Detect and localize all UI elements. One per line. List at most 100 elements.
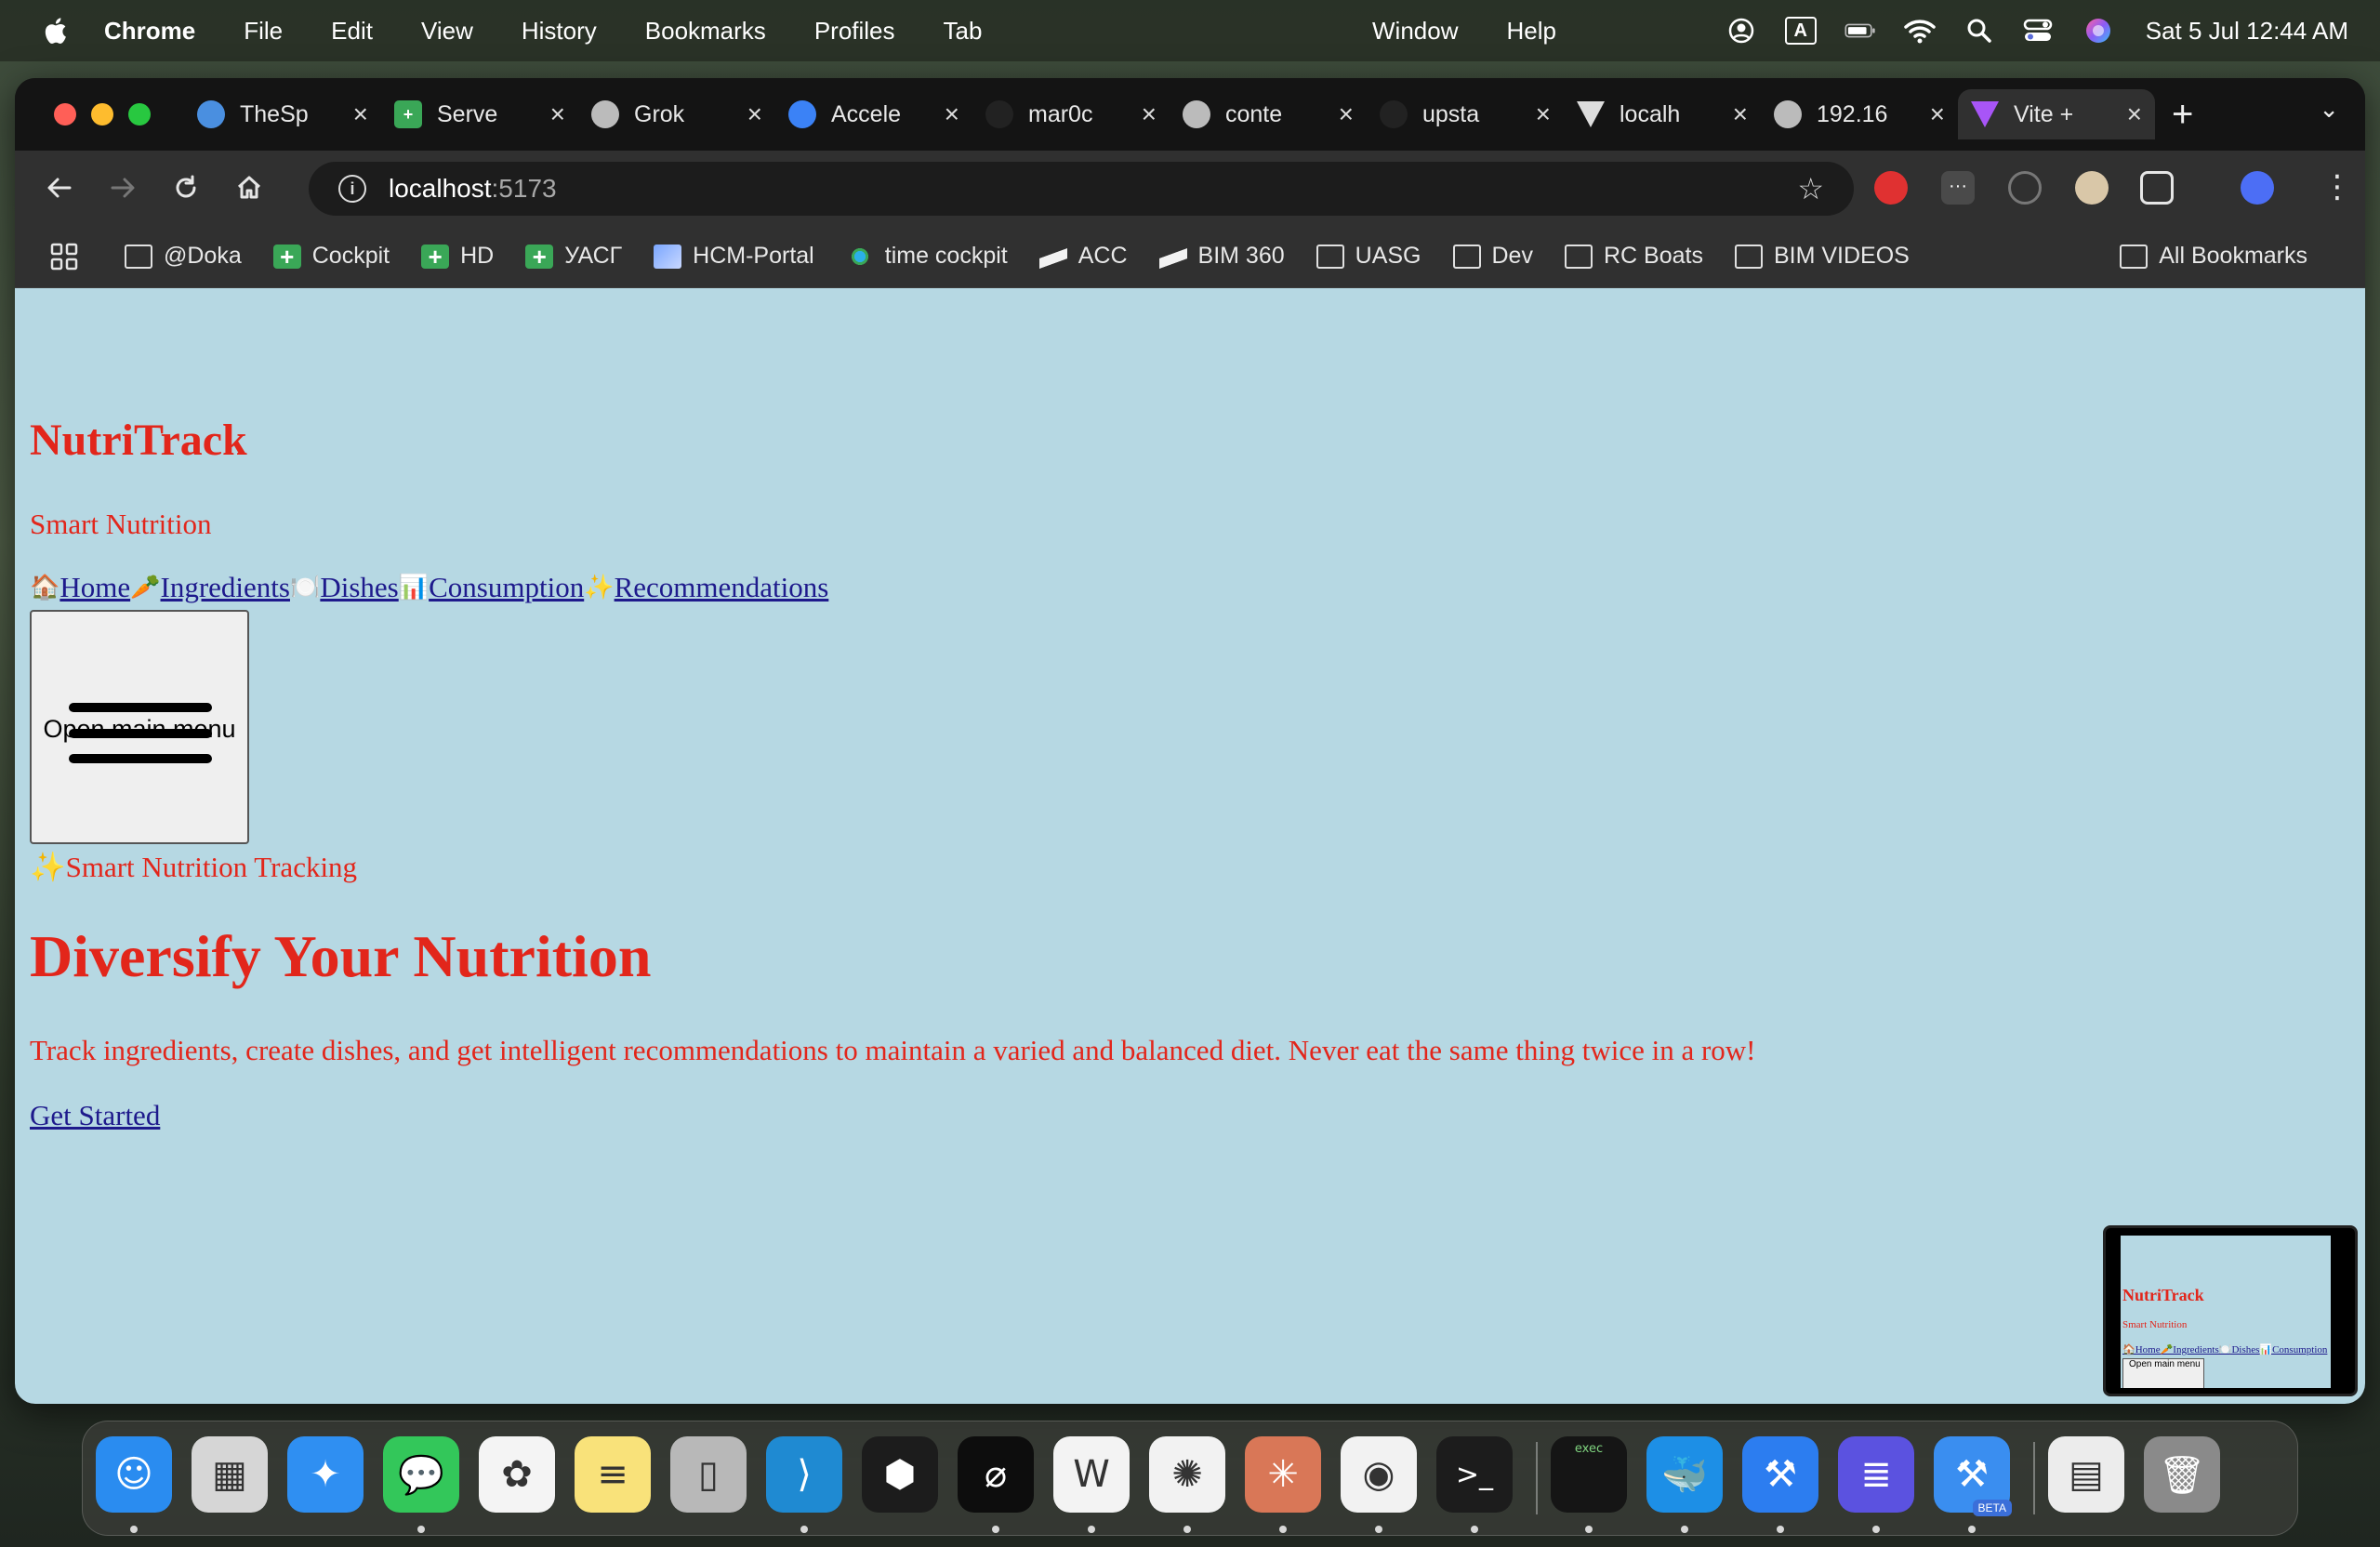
close-tab-icon[interactable]: × bbox=[1339, 99, 1354, 129]
bookmark-item[interactable]: @Doka bbox=[125, 243, 242, 270]
close-window-button[interactable] bbox=[54, 103, 76, 126]
browser-tab[interactable]: Vite + × bbox=[1958, 89, 2155, 139]
browser-tab[interactable]: mar0c × bbox=[972, 89, 1170, 139]
more-extension-icon[interactable]: ··· bbox=[1941, 171, 1975, 205]
back-button[interactable] bbox=[41, 169, 78, 206]
notes-icon[interactable]: ≡ bbox=[575, 1436, 651, 1513]
menu-file[interactable]: File bbox=[244, 17, 283, 46]
menu-profiles[interactable]: Profiles bbox=[814, 17, 895, 46]
nav-link-ingredients[interactable]: Ingredients bbox=[161, 571, 290, 604]
search-icon[interactable] bbox=[1964, 17, 1995, 45]
apple-logo-icon[interactable] bbox=[41, 15, 73, 46]
bookmark-item[interactable]: + УАСГ bbox=[525, 243, 622, 270]
bookmark-item[interactable]: UASG bbox=[1316, 243, 1421, 270]
close-tab-icon[interactable]: × bbox=[1536, 99, 1551, 129]
perplexity-icon[interactable]: ⌀ bbox=[958, 1436, 1034, 1513]
browser-tab[interactable]: Grok × bbox=[578, 89, 775, 139]
extensions-puzzle-icon[interactable] bbox=[2140, 171, 2174, 205]
wifi-icon[interactable] bbox=[1904, 17, 1936, 45]
finder-icon[interactable]: ☺ bbox=[96, 1436, 172, 1513]
menu-tab[interactable]: Tab bbox=[944, 17, 983, 46]
bookmark-item[interactable]: + Cockpit bbox=[272, 243, 390, 270]
browser-tab[interactable]: conte × bbox=[1170, 89, 1367, 139]
bookmark-item[interactable]: ACC bbox=[1038, 243, 1128, 270]
safari-icon[interactable]: ✦ bbox=[287, 1436, 364, 1513]
launchpad-icon[interactable]: ▦ bbox=[192, 1436, 268, 1513]
close-tab-icon[interactable]: × bbox=[2127, 99, 2142, 129]
browser-tab[interactable]: Accele × bbox=[775, 89, 972, 139]
zoom-window-button[interactable] bbox=[128, 103, 151, 126]
messages-icon[interactable]: 💬 bbox=[383, 1436, 459, 1513]
address-bar[interactable]: i localhost:5173 ☆ bbox=[309, 162, 1854, 216]
menu-view[interactable]: View bbox=[421, 17, 473, 46]
terminal-icon[interactable]: >_ bbox=[1436, 1436, 1513, 1513]
menu-window[interactable]: Window bbox=[1372, 17, 1458, 46]
minimize-window-button[interactable] bbox=[91, 103, 113, 126]
user-circle-icon[interactable] bbox=[1726, 17, 1757, 45]
docker-icon[interactable]: 🐳 bbox=[1646, 1436, 1723, 1513]
nav-link-consumption[interactable]: Consumption bbox=[429, 571, 584, 604]
close-tab-icon[interactable]: × bbox=[550, 99, 565, 129]
input-source-icon[interactable]: A bbox=[1784, 17, 1817, 45]
menu-help[interactable]: Help bbox=[1506, 17, 1555, 46]
bookmark-star-icon[interactable]: ☆ bbox=[1797, 171, 1824, 206]
all-bookmarks-folder[interactable]: All Bookmarks bbox=[2120, 243, 2307, 270]
control-center-icon[interactable] bbox=[2023, 17, 2055, 45]
menu-edit[interactable]: Edit bbox=[331, 17, 373, 46]
browser-tab[interactable]: 192.16 × bbox=[1761, 89, 1958, 139]
privacy-extension-icon[interactable] bbox=[2075, 171, 2109, 205]
xcode-icon[interactable]: ⚒ bbox=[1742, 1436, 1818, 1513]
siri-icon[interactable] bbox=[2082, 17, 2114, 45]
bookmark-item[interactable]: HCM-Portal bbox=[654, 243, 814, 270]
home-button[interactable] bbox=[231, 169, 268, 206]
menu-history[interactable]: History bbox=[522, 17, 597, 46]
warp-icon[interactable]: W bbox=[1053, 1436, 1130, 1513]
exec-icon[interactable]: exec bbox=[1551, 1436, 1627, 1513]
bookmark-item[interactable]: BIM 360 bbox=[1158, 243, 1285, 270]
browser-tab[interactable]: upsta × bbox=[1367, 89, 1564, 139]
forward-button[interactable] bbox=[104, 169, 141, 206]
sync-extension-icon[interactable] bbox=[2008, 171, 2042, 205]
apps-grid-icon[interactable] bbox=[50, 243, 78, 271]
nav-link-home[interactable]: Home bbox=[60, 571, 130, 604]
close-tab-icon[interactable]: × bbox=[1930, 99, 1945, 129]
nav-link-recommendations[interactable]: Recommendations bbox=[615, 571, 829, 604]
linear-icon[interactable]: ≣ bbox=[1838, 1436, 1914, 1513]
bookmark-item[interactable]: Dev bbox=[1452, 243, 1533, 270]
close-tab-icon[interactable]: × bbox=[1142, 99, 1157, 129]
trash-icon[interactable]: 🗑 bbox=[2144, 1436, 2220, 1513]
kebab-menu-icon[interactable]: ⋮ bbox=[2320, 171, 2354, 205]
battery-icon[interactable] bbox=[1844, 17, 1876, 45]
site-info-icon[interactable]: i bbox=[338, 175, 366, 203]
bookmark-item[interactable]: + HD bbox=[421, 243, 494, 270]
bookmark-item[interactable]: RC Boats bbox=[1564, 243, 1703, 270]
get-started-link[interactable]: Get Started bbox=[30, 1099, 160, 1132]
vscode-icon[interactable]: ⟩ bbox=[766, 1436, 842, 1513]
new-tab-button[interactable]: + bbox=[2172, 94, 2193, 136]
adblock-extension-icon[interactable] bbox=[1874, 171, 1908, 205]
close-tab-icon[interactable]: × bbox=[1733, 99, 1748, 129]
bookmark-item[interactable]: BIM VIDEOS bbox=[1734, 243, 1910, 270]
profile-avatar[interactable] bbox=[2241, 171, 2274, 205]
photos-icon[interactable]: ✿ bbox=[479, 1436, 555, 1513]
close-tab-icon[interactable]: × bbox=[747, 99, 762, 129]
iphone-mirroring-icon[interactable]: ▯ bbox=[670, 1436, 747, 1513]
chrome-icon[interactable]: ◉ bbox=[1341, 1436, 1417, 1513]
browser-tab[interactable]: localh × bbox=[1564, 89, 1761, 139]
menu-app-name[interactable]: Chrome bbox=[104, 17, 195, 46]
archive-utility-icon[interactable]: ▤ bbox=[2048, 1436, 2124, 1513]
browser-tab[interactable]: + Serve × bbox=[381, 89, 578, 139]
menu-clock[interactable]: Sat 5 Jul 12:44 AM bbox=[2146, 17, 2348, 46]
close-tab-icon[interactable]: × bbox=[945, 99, 959, 129]
tab-search-chevron-icon[interactable]: ⌄ bbox=[2319, 95, 2339, 124]
close-tab-icon[interactable]: × bbox=[353, 99, 368, 129]
reload-button[interactable] bbox=[167, 169, 205, 206]
bookmark-item[interactable]: time cockpit bbox=[845, 243, 1008, 270]
brand-title[interactable]: NutriTrack bbox=[30, 415, 247, 466]
chatgpt-icon[interactable]: ✺ bbox=[1149, 1436, 1225, 1513]
nav-link-dishes[interactable]: Dishes bbox=[320, 571, 398, 604]
xcode-beta-icon[interactable]: ⚒ BETA bbox=[1934, 1436, 2012, 1516]
browser-tab[interactable]: TheSp × bbox=[184, 89, 381, 139]
open-main-menu-button[interactable]: Open main menu bbox=[30, 610, 249, 844]
claude-icon[interactable]: ✳ bbox=[1245, 1436, 1321, 1513]
